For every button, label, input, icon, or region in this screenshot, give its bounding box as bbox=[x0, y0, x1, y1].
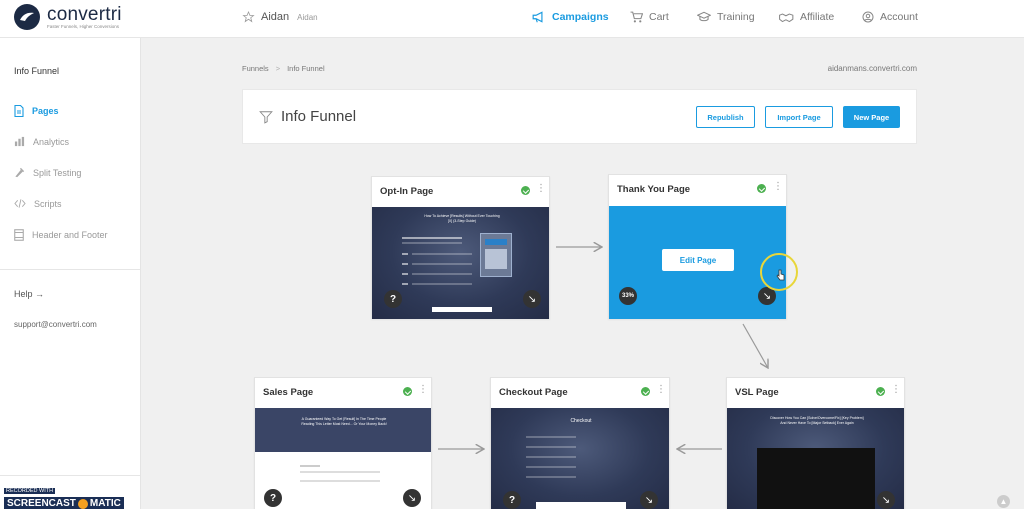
page-card-checkout[interactable]: Checkout Page ⋮ Checkout ? ↘ bbox=[490, 377, 670, 509]
help-icon[interactable]: ? bbox=[264, 489, 282, 507]
watermark-left-text: SCREENCAST bbox=[7, 498, 76, 509]
help-icon[interactable]: ? bbox=[503, 491, 521, 509]
published-check-icon bbox=[641, 387, 650, 396]
thumbnail-headline: A Guaranteed Way To Get [Result] In The … bbox=[301, 417, 387, 426]
page-thumbnail[interactable]: How To Achieve [Results] Without Ever To… bbox=[372, 207, 549, 319]
more-options-icon[interactable]: ⋮ bbox=[418, 385, 428, 395]
arrow-thankyou-to-vsl bbox=[742, 323, 768, 368]
page-card-title: VSL Page bbox=[735, 387, 779, 398]
expand-arrow-icon[interactable]: ↘ bbox=[640, 491, 658, 509]
hand-cursor-icon bbox=[776, 269, 785, 281]
more-options-icon[interactable]: ⋮ bbox=[773, 182, 783, 192]
more-options-icon[interactable]: ⋮ bbox=[891, 385, 901, 395]
expand-arrow-icon[interactable]: ↘ bbox=[523, 290, 541, 308]
published-check-icon bbox=[876, 387, 885, 396]
thumbnail-headline: How To Achieve [Results] Without Ever To… bbox=[424, 214, 500, 223]
help-icon[interactable]: ? bbox=[384, 290, 402, 308]
thumbnail-headline: Checkout bbox=[570, 418, 592, 424]
page-card-thankyou[interactable]: Thank You Page ⋮ Edit Page 33% ↘ bbox=[608, 174, 787, 319]
thumbnail-cta-bar bbox=[432, 307, 492, 312]
checkout-form-box bbox=[536, 502, 626, 509]
scroll-to-top-icon[interactable]: ▲ bbox=[997, 495, 1010, 508]
published-check-icon bbox=[403, 387, 412, 396]
published-check-icon bbox=[521, 186, 530, 195]
more-options-icon[interactable]: ⋮ bbox=[536, 184, 546, 194]
expand-arrow-icon[interactable]: ↘ bbox=[877, 491, 895, 509]
page-card-vsl[interactable]: VSL Page ⋮ Discover How You Can [Solve/O… bbox=[726, 377, 905, 509]
thumbnail-headline: Discover How You Can [Solve/Overcome/Fix… bbox=[770, 416, 864, 425]
video-player[interactable] bbox=[757, 448, 875, 509]
conversion-rate-badge: 33% bbox=[619, 287, 637, 305]
page-card-title: Thank You Page bbox=[617, 184, 691, 195]
page-card-optin[interactable]: Opt-In Page ⋮ How To Achieve [Results] W… bbox=[371, 176, 550, 319]
page-thumbnail[interactable]: Checkout ? ↘ bbox=[491, 408, 669, 509]
watermark-logo: SCREENCAST MATIC bbox=[4, 497, 124, 509]
page-card-sales[interactable]: Sales Page ⋮ A Guaranteed Way To Get [Re… bbox=[254, 377, 432, 509]
page-thumbnail[interactable]: Discover How You Can [Solve/Overcome/Fix… bbox=[727, 408, 904, 509]
watermark-top-text: RECORDED WITH bbox=[4, 488, 56, 494]
edit-page-button[interactable]: Edit Page bbox=[662, 249, 734, 271]
screencast-watermark: RECORDED WITH SCREENCAST MATIC bbox=[4, 479, 124, 509]
watermark-right-text: MATIC bbox=[89, 498, 121, 509]
page-card-title: Opt-In Page bbox=[380, 186, 434, 197]
published-check-icon bbox=[757, 184, 766, 193]
expand-arrow-icon[interactable]: ↘ bbox=[403, 489, 421, 507]
page-thumbnail[interactable]: A Guaranteed Way To Get [Result] In The … bbox=[255, 408, 431, 509]
page-card-title: Checkout Page bbox=[499, 387, 568, 398]
product-box-image bbox=[480, 233, 512, 277]
screencast-dot-icon bbox=[77, 498, 88, 509]
more-options-icon[interactable]: ⋮ bbox=[656, 385, 666, 395]
page-card-title: Sales Page bbox=[263, 387, 314, 398]
page-thumbnail[interactable]: Edit Page 33% ↘ bbox=[609, 206, 786, 319]
